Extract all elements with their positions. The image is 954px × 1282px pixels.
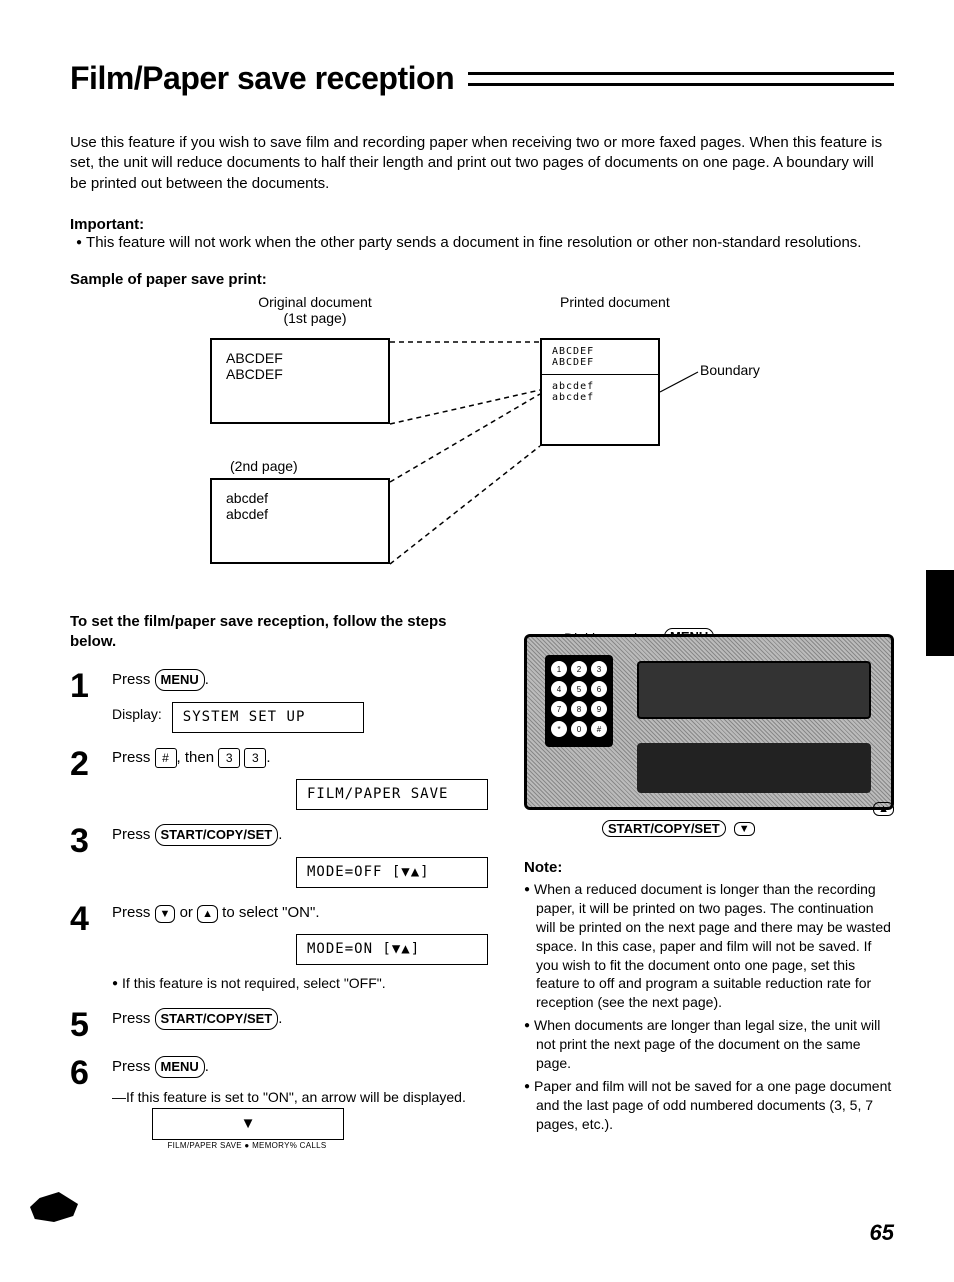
fax-machine: 123 456 789 *0# (524, 634, 894, 810)
step-2: 2 Press #, then 3 3. FILM/PAPER SAVE (70, 747, 488, 811)
keypad-key: 1 (551, 661, 567, 677)
keypad-key: 7 (551, 701, 567, 717)
right-column: Dial keypad MENU 123456789*0# START/COPY… (524, 604, 894, 1166)
startcopyset-button-2: START/COPY/SET (155, 1008, 279, 1030)
left-column: To set the film/paper save reception, fo… (70, 604, 488, 1166)
sample-label: Sample of paper save print: (70, 271, 894, 288)
ink-blot-icon (30, 1192, 78, 1222)
lcd-mode-off: MODE=OFF [▼▲] (296, 857, 488, 888)
startcopyset-button: START/COPY/SET (155, 824, 279, 846)
step-4-text: Press ▼ or ▲ to select "ON". (112, 904, 320, 921)
step-2-num: 2 (70, 747, 98, 811)
step-6-pre: Press (112, 1058, 155, 1075)
three-key-1: 3 (218, 748, 240, 768)
important-body: This feature will not work when the othe… (70, 233, 894, 253)
steps-intro: To set the film/paper save reception, fo… (70, 612, 488, 651)
up-arrow-callout: ▲ (873, 802, 894, 816)
display-label: Display: (112, 704, 162, 725)
step-1-pre: Press (112, 671, 155, 688)
note-item-1: When a reduced document is longer than t… (524, 880, 894, 1012)
hash-key: # (155, 748, 177, 768)
step-2-text: Press #, then 3 3. (112, 749, 271, 766)
step-1: 1 Press MENU. Display: SYSTEM SET UP (70, 669, 488, 733)
up-arrow-button: ▲ (197, 905, 218, 924)
keypad-key: # (591, 721, 607, 737)
step-3-post: . (278, 826, 282, 843)
status-sub-line: FILM/PAPER SAVE ● MEMORY% CALLS (152, 1140, 342, 1152)
title-rule (468, 72, 894, 86)
status-display: ▼ (152, 1108, 344, 1141)
step-6-num: 6 (70, 1056, 98, 1152)
device-controls (637, 743, 871, 793)
note-item-3: Paper and film will not be saved for a o… (524, 1077, 894, 1134)
diagram-lines (70, 294, 770, 594)
device-screen (637, 661, 871, 719)
note-label: Note: (524, 859, 894, 876)
step-5-num: 5 (70, 1008, 98, 1042)
keypad-key: 3 (591, 661, 607, 677)
lcd-mode-on: MODE=ON [▼▲] (296, 934, 488, 965)
page-title: Film/Paper save reception (70, 60, 454, 97)
important-block: Important: This feature will not work wh… (70, 216, 894, 253)
lcd-film-paper-save: FILM/PAPER SAVE (296, 779, 488, 810)
keypad-key: 6 (591, 681, 607, 697)
step-5-pre: Press (112, 1010, 155, 1027)
dial-keypad: 123 456 789 *0# (545, 655, 613, 747)
keypad-key: 0 (571, 721, 587, 737)
step-3-num: 3 (70, 824, 98, 888)
step-3: 3 Press START/COPY/SET. MODE=OFF [▼▲] (70, 824, 488, 888)
note-item-2: When documents are longer than legal siz… (524, 1016, 894, 1073)
page-number: 65 (870, 1220, 894, 1246)
menu-button-2: MENU (155, 1056, 205, 1078)
startcopyset-label-callout: START/COPY/SET (602, 820, 726, 837)
down-arrow-callout: ▼ (734, 822, 755, 836)
important-label: Important: (70, 216, 894, 233)
keypad-key: * (551, 721, 567, 737)
step-6: 6 Press MENU. —If this feature is set to… (70, 1056, 488, 1152)
keypad-key: 5 (571, 681, 587, 697)
sample-diagram: Original document (1st page) Printed doc… (70, 294, 894, 594)
step-6-post: . (205, 1058, 209, 1075)
lcd-system-setup: SYSTEM SET UP (172, 702, 364, 733)
device-illustration: Dial keypad MENU 123456789*0# START/COPY… (524, 634, 894, 837)
keypad-key: 4 (551, 681, 567, 697)
step-1-post: . (205, 671, 209, 688)
side-tab (926, 570, 954, 656)
down-arrow-button: ▼ (155, 905, 176, 924)
step-6-sub: —If this feature is set to "ON", an arro… (112, 1087, 488, 1108)
intro-text: Use this feature if you wish to save fil… (70, 133, 894, 194)
device-bottom-labels: START/COPY/SET ▼ ▲ (524, 820, 894, 837)
step-5-post: . (278, 1010, 282, 1027)
step-5: 5 Press START/COPY/SET. (70, 1008, 488, 1042)
keypad-key: 2 (571, 661, 587, 677)
keypad-key: 9 (591, 701, 607, 717)
step-4-sub: If this feature is not required, select … (112, 973, 488, 994)
keypad-key: 8 (571, 701, 587, 717)
step-4-num: 4 (70, 902, 98, 995)
step-3-pre: Press (112, 826, 155, 843)
menu-button: MENU (155, 669, 205, 691)
step-1-num: 1 (70, 669, 98, 733)
three-key-2: 3 (244, 748, 266, 768)
step-4: 4 Press ▼ or ▲ to select "ON". MODE=ON [… (70, 902, 488, 995)
